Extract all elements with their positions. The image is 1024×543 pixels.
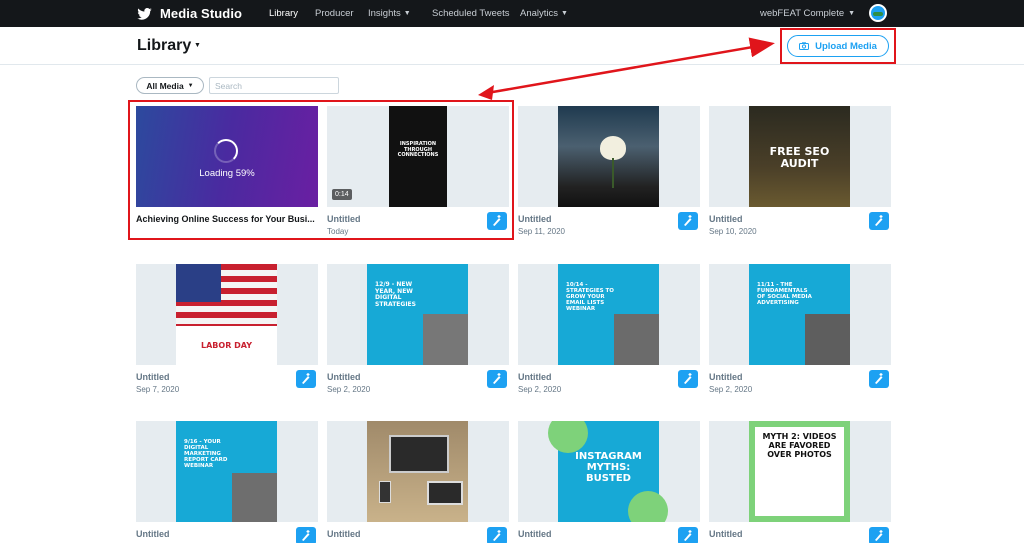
poster-line: OVER PHOTOS [767, 449, 832, 459]
nav-scheduled-label: Scheduled Tweets [432, 8, 510, 19]
media-date: Sep 10, 2020 [709, 227, 757, 236]
devices-photo [367, 421, 468, 522]
compose-tweet-icon [302, 373, 310, 384]
compose-tweet-button[interactable] [678, 370, 698, 388]
compose-tweet-button[interactable] [678, 527, 698, 543]
compose-tweet-button[interactable] [296, 370, 316, 388]
compose-tweet-button[interactable] [487, 527, 507, 543]
poster-line: ADVERTISING [757, 300, 799, 307]
brand-title: Media Studio [160, 6, 243, 21]
nav-library-label: Library [269, 8, 299, 19]
chevron-down-icon: ▼ [187, 82, 194, 89]
media-thumbnail[interactable]: 10/14 - STRATEGIES TO GROW YOUR EMAIL LI… [518, 264, 700, 365]
media-thumbnail[interactable]: 12/9 - NEW YEAR, NEW DIGITAL STRATEGIES [327, 264, 509, 365]
nav-library[interactable]: Library [269, 0, 298, 27]
media-title: Untitled [709, 372, 743, 382]
poster-line: AUDIT [780, 157, 819, 171]
poster-line: WEBINAR [184, 463, 214, 470]
media-date: Sep 2, 2020 [327, 385, 371, 394]
compose-tweet-button[interactable] [869, 370, 889, 388]
chevron-down-icon: ▼ [848, 10, 856, 17]
media-date: Sep 11, 2020 [518, 227, 566, 236]
media-title: Untitled [136, 372, 170, 382]
webinar-poster: 11/11 - THE FUNDAMENTALS OF SOCIAL MEDIA… [749, 264, 850, 365]
media-date: Sep 2, 2020 [518, 385, 562, 394]
poster-line: MYTHS: [586, 462, 631, 473]
media-thumbnail[interactable]: FREE SEO AUDIT [709, 106, 891, 207]
compose-tweet-button[interactable] [869, 527, 889, 543]
labor-day-poster: LABOR DAY [176, 264, 277, 365]
poster-line: LABOR DAY [201, 341, 252, 350]
media-thumbnail[interactable]: MYTH 2: VIDEOS ARE FAVORED OVER PHOTOS [709, 421, 891, 522]
compose-tweet-icon [684, 215, 692, 226]
nav-insights-label: Insights [368, 8, 401, 19]
upload-highlight-box [780, 28, 896, 64]
nav-analytics[interactable]: Analytics ▼ [520, 0, 568, 27]
top-nav: Media Studio Library Producer Insights ▼ … [0, 0, 1024, 27]
upload-card-highlight-box [128, 100, 514, 240]
page-title: Library [137, 37, 192, 54]
compose-tweet-icon [684, 530, 692, 541]
chevron-down-icon: ▼ [403, 10, 411, 17]
nav-analytics-label: Analytics [520, 8, 559, 19]
seo-poster: FREE SEO AUDIT [749, 106, 850, 207]
poster-line: BUSTED [586, 473, 631, 484]
nav-insights[interactable]: Insights ▼ [368, 0, 411, 27]
media-thumbnail[interactable] [518, 106, 700, 207]
media-type-label: All Media [146, 80, 184, 91]
compose-tweet-icon [684, 373, 692, 384]
media-date: Sep 7, 2020 [136, 385, 180, 394]
nav-producer[interactable]: Producer [315, 0, 354, 27]
webinar-poster: 9/16 - YOUR DIGITAL MARKETING REPORT CAR… [176, 421, 277, 522]
compose-tweet-icon [875, 373, 883, 384]
rose-photo [558, 106, 659, 207]
media-title: Untitled [518, 529, 552, 539]
chevron-down-icon: ▼ [561, 10, 568, 17]
compose-tweet-icon [493, 373, 501, 384]
compose-tweet-icon [493, 530, 501, 541]
media-title: Untitled [327, 372, 361, 382]
media-title: Untitled [136, 529, 170, 539]
search-input[interactable] [209, 77, 339, 94]
twitter-bird-icon [137, 7, 152, 20]
webinar-poster: 12/9 - NEW YEAR, NEW DIGITAL STRATEGIES [367, 264, 468, 365]
webinar-poster: 10/14 - STRATEGIES TO GROW YOUR EMAIL LI… [558, 264, 659, 365]
nav-scheduled-tweets[interactable]: Scheduled Tweets [432, 0, 509, 27]
compose-tweet-icon [875, 215, 883, 226]
compose-tweet-icon [875, 530, 883, 541]
account-switcher[interactable]: webFEAT Complete ▼ [760, 0, 855, 27]
account-name: webFEAT Complete [760, 8, 845, 19]
media-thumbnail[interactable]: 9/16 - YOUR DIGITAL MARKETING REPORT CAR… [136, 421, 318, 522]
media-title: Untitled [327, 529, 361, 539]
compose-tweet-button[interactable] [487, 370, 507, 388]
media-thumbnail[interactable]: LABOR DAY [136, 264, 318, 365]
media-title: Untitled [518, 214, 552, 224]
poster-line: WEBINAR [566, 306, 596, 313]
media-title: Untitled [709, 214, 743, 224]
media-thumbnail[interactable]: INSTAGRAM MYTHS: BUSTED [518, 421, 700, 522]
brand[interactable]: Media Studio [137, 0, 242, 27]
poster-line: INSTAGRAM [575, 451, 642, 462]
media-date: Sep 2, 2020 [709, 385, 753, 394]
poster-line: STRATEGIES [375, 300, 416, 308]
instagram-poster: INSTAGRAM MYTHS: BUSTED [548, 421, 668, 522]
compose-tweet-icon [302, 530, 310, 541]
avatar[interactable] [869, 4, 887, 22]
compose-tweet-button[interactable] [869, 212, 889, 230]
media-type-select[interactable]: All Media ▼ [136, 77, 204, 94]
media-thumbnail[interactable]: 11/11 - THE FUNDAMENTALS OF SOCIAL MEDIA… [709, 264, 891, 365]
media-title: Untitled [709, 529, 743, 539]
chevron-down-icon[interactable]: ▼ [194, 42, 201, 49]
myth-poster: MYTH 2: VIDEOS ARE FAVORED OVER PHOTOS [749, 421, 850, 522]
nav-producer-label: Producer [315, 8, 354, 19]
compose-tweet-button[interactable] [678, 212, 698, 230]
media-thumbnail[interactable] [327, 421, 509, 522]
compose-tweet-button[interactable] [296, 527, 316, 543]
media-title: Untitled [518, 372, 552, 382]
